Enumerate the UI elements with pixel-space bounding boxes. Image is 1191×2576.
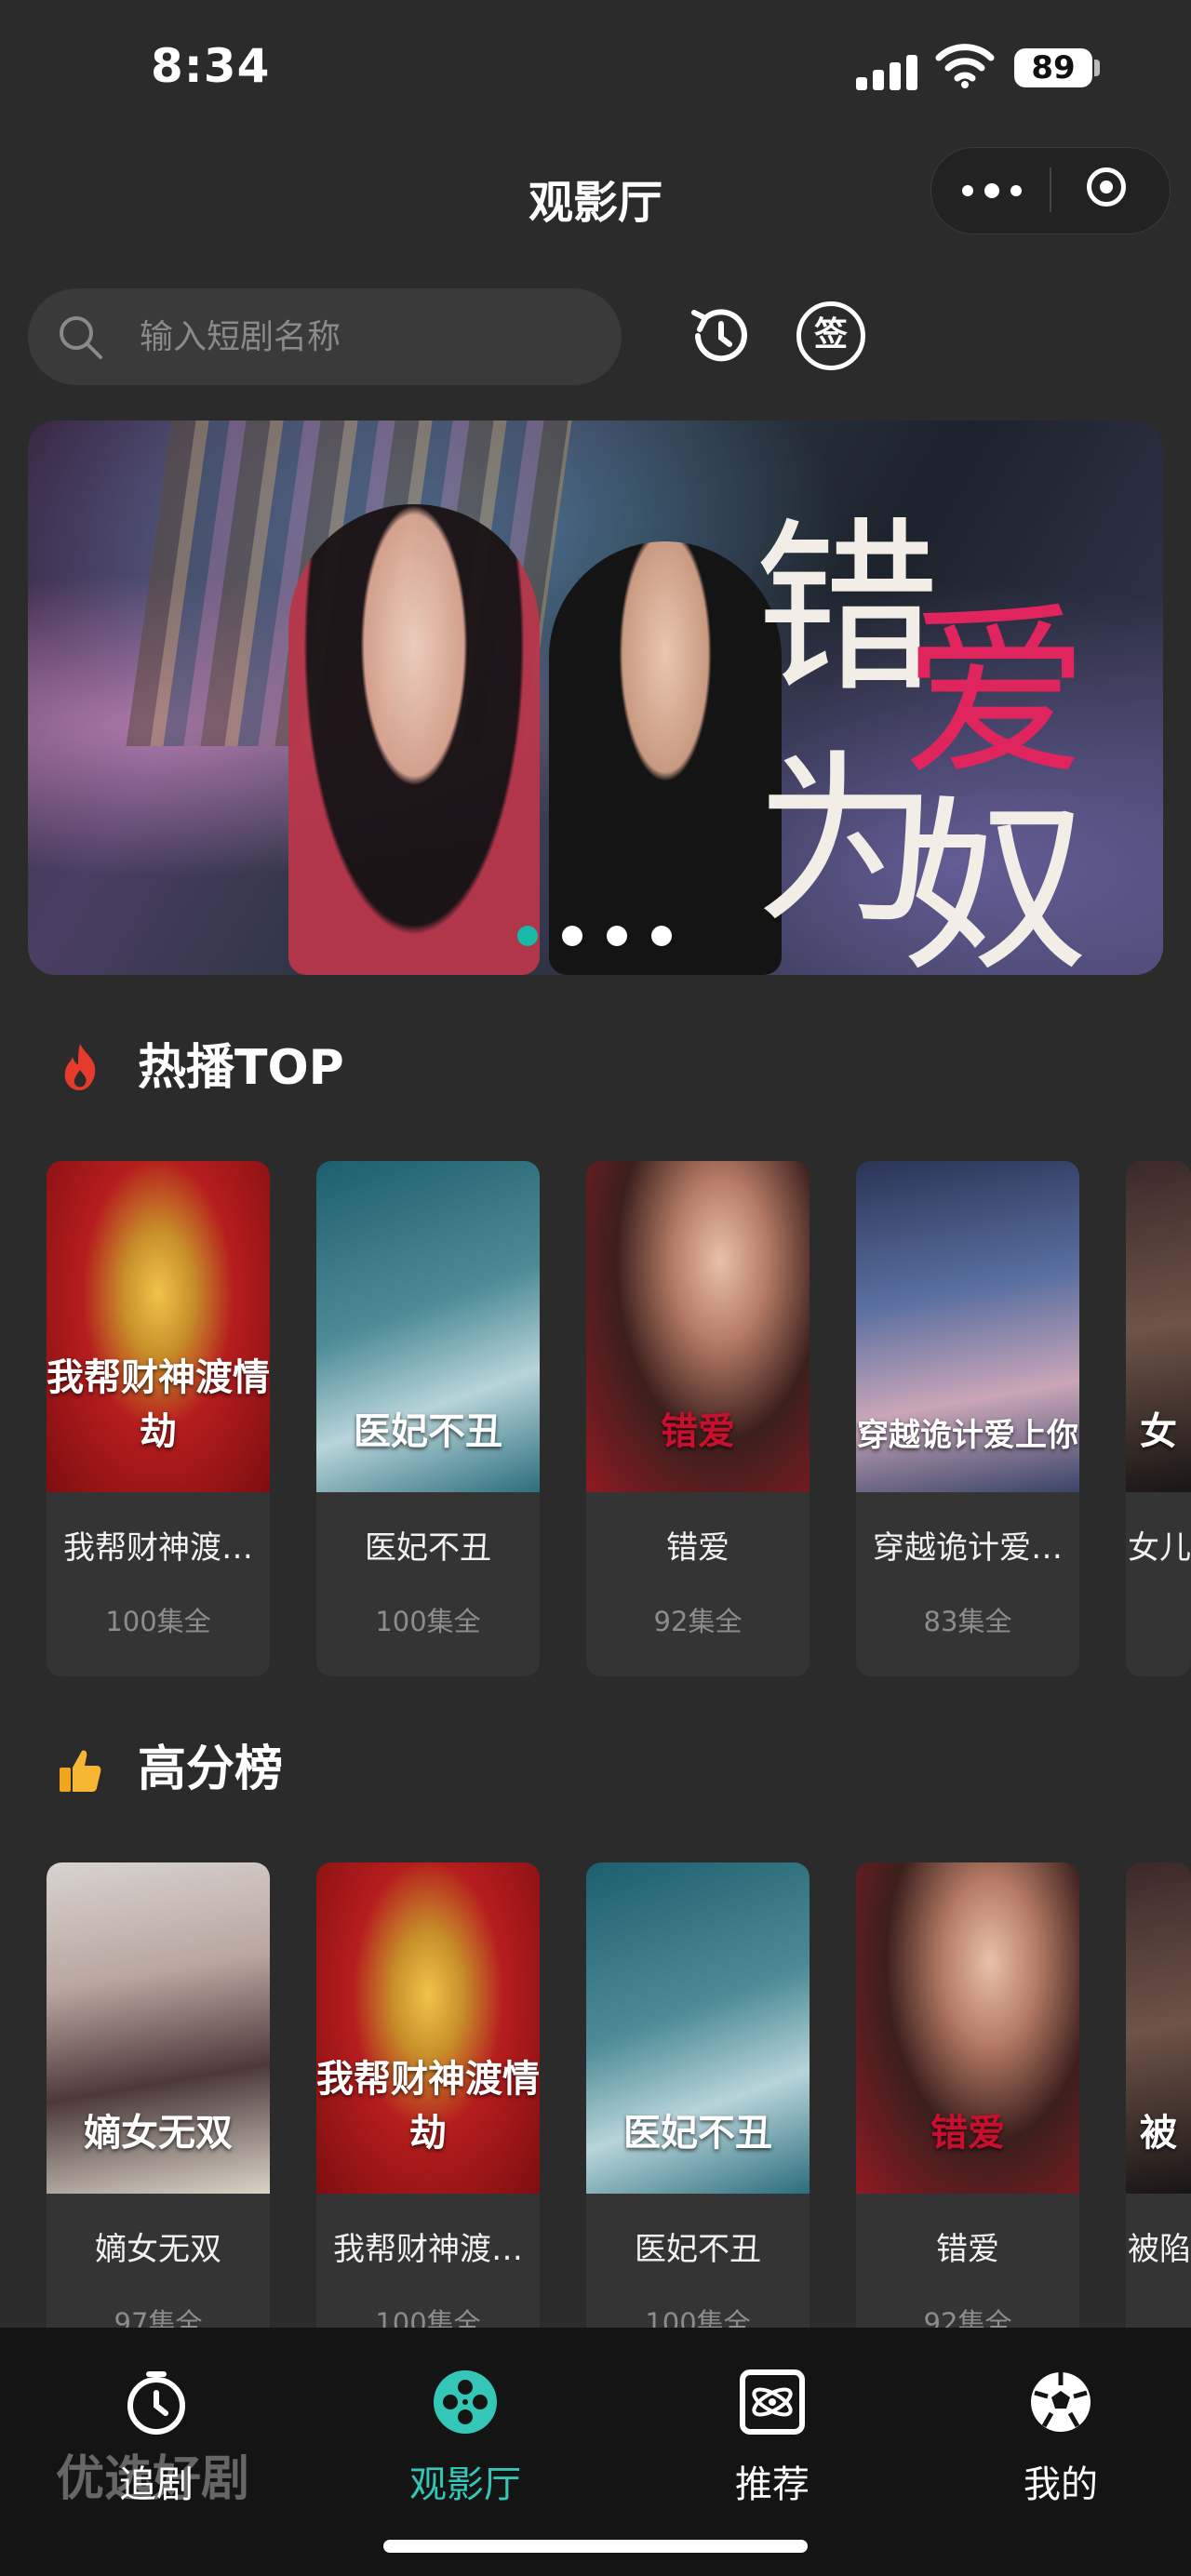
poster-image: 穿越诡计爱上你 <box>856 1161 1079 1492</box>
tab-label: 推荐 <box>735 2463 810 2506</box>
top-card[interactable]: 我帮财神渡情劫 我帮财神渡… 100集全 <box>316 1862 540 2378</box>
tab-recommend[interactable]: 推荐 <box>679 2369 865 2517</box>
drama-title: 医妃不丑 <box>635 2231 761 2268</box>
drama-title: 穿越诡计爱… <box>873 1529 1063 1567</box>
poster-image: 嫡女无双 <box>47 1862 270 2194</box>
carousel-dot <box>651 926 672 946</box>
poster-image: 被 <box>1126 1862 1191 2194</box>
history-icon[interactable] <box>685 301 754 370</box>
hot-card[interactable]: 穿越诡计爱上你 穿越诡计爱… 83集全 <box>856 1161 1079 1676</box>
tab-cinema[interactable]: 观影厅 <box>372 2369 558 2517</box>
drama-title: 我帮财神渡… <box>333 2231 523 2268</box>
hot-card[interactable]: 医妃不丑 医妃不丑 100集全 <box>316 1161 540 1676</box>
top-card[interactable]: 医妃不丑 医妃不丑 100集全 <box>586 1862 810 2378</box>
episode-count: 83集全 <box>923 1606 1012 1637</box>
episode-count: 100集全 <box>375 1606 481 1637</box>
stopwatch-icon <box>127 2371 185 2435</box>
film-reel-icon <box>434 2370 497 2434</box>
tab-following[interactable]: 追剧 <box>63 2369 249 2517</box>
poster-text: 嫡女无双 <box>84 2111 233 2155</box>
drama-title: 错爱 <box>666 1529 729 1567</box>
capsule-divider <box>1050 167 1051 212</box>
drama-title: 嫡女无双 <box>95 2231 221 2268</box>
banner-actress <box>288 504 540 975</box>
home-indicator <box>383 2540 808 2553</box>
tab-mine[interactable]: 我的 <box>968 2369 1154 2517</box>
top-card[interactable]: 被 被陷 <box>1126 1862 1191 2378</box>
poster-text: 医妃不丑 <box>354 1409 502 1453</box>
poster-text: 我帮财神渡情劫 <box>47 1355 270 1453</box>
hot-card[interactable]: 错爱 错爱 92集全 <box>586 1161 810 1676</box>
poster-image: 我帮财神渡情劫 <box>316 1862 540 2194</box>
drama-title: 女儿 <box>1128 1529 1191 1567</box>
hot-card[interactable]: 我帮财神渡情劫 我帮财神渡… 100集全 <box>47 1161 270 1676</box>
poster-text: 医妃不丑 <box>623 2111 772 2155</box>
poster-image: 我帮财神渡情劫 <box>47 1161 270 1492</box>
drama-title: 错爱 <box>936 2231 999 2268</box>
poster-image: 错爱 <box>856 1862 1079 2194</box>
poster-image: 医妃不丑 <box>316 1161 540 1492</box>
close-target-dot <box>1100 180 1113 194</box>
poster-image: 女 <box>1126 1161 1191 1492</box>
carousel-dots[interactable] <box>517 926 672 946</box>
hot-card[interactable]: 女 女儿 <box>1126 1161 1191 1676</box>
battery-tip <box>1094 60 1100 76</box>
search-icon <box>60 316 102 359</box>
poster-text: 被 <box>1140 2111 1177 2155</box>
poster-text: 穿越诡计爱上你 <box>857 1417 1078 1454</box>
top-card[interactable]: 错爱 错爱 92集全 <box>856 1862 1079 2378</box>
poster-text: 错爱 <box>661 1409 735 1453</box>
tab-label: 我的 <box>1024 2463 1098 2506</box>
poster-text: 我帮财神渡情劫 <box>316 2057 540 2155</box>
banner-carousel[interactable]: 错 爱 为 奴 <box>28 420 1163 975</box>
poster-image: 医妃不丑 <box>586 1862 810 2194</box>
signal-icon <box>856 51 919 90</box>
status-time: 8:34 <box>151 39 271 93</box>
banner-title: 错 爱 为 奴 <box>735 439 1154 975</box>
carousel-dot-active <box>517 926 538 946</box>
poster-text: 女 <box>1140 1409 1177 1453</box>
poster-image: 错爱 <box>586 1161 810 1492</box>
sign-in-button[interactable]: 签 <box>796 301 865 370</box>
atom-frame-icon <box>740 2369 805 2435</box>
fire-icon <box>64 1044 96 1090</box>
episode-count: 92集全 <box>653 1606 743 1637</box>
football-icon <box>1031 2372 1091 2432</box>
wifi-icon <box>935 44 995 88</box>
drama-title: 我帮财神渡… <box>63 1529 253 1567</box>
more-icon[interactable] <box>962 182 1022 199</box>
battery-icon: 89 <box>1014 48 1092 87</box>
banner-title-char: 奴 <box>903 781 1090 975</box>
drama-title: 医妃不丑 <box>365 1529 491 1567</box>
carousel-dot <box>607 926 627 946</box>
carousel-dot <box>562 926 582 946</box>
tab-label: 观影厅 <box>409 2463 521 2506</box>
top-card[interactable]: 嫡女无双 嫡女无双 97集全 <box>47 1862 270 2378</box>
tab-label: 追剧 <box>119 2463 194 2506</box>
hot-section-title: 热播TOP <box>138 1040 344 1096</box>
search-placeholder: 输入短剧名称 <box>140 318 341 356</box>
thumbs-up-icon <box>60 1750 101 1792</box>
poster-text: 错爱 <box>930 2111 1005 2155</box>
top-section-title: 高分榜 <box>138 1742 284 1797</box>
episode-count: 100集全 <box>105 1606 211 1637</box>
drama-title: 被陷 <box>1128 2231 1191 2268</box>
